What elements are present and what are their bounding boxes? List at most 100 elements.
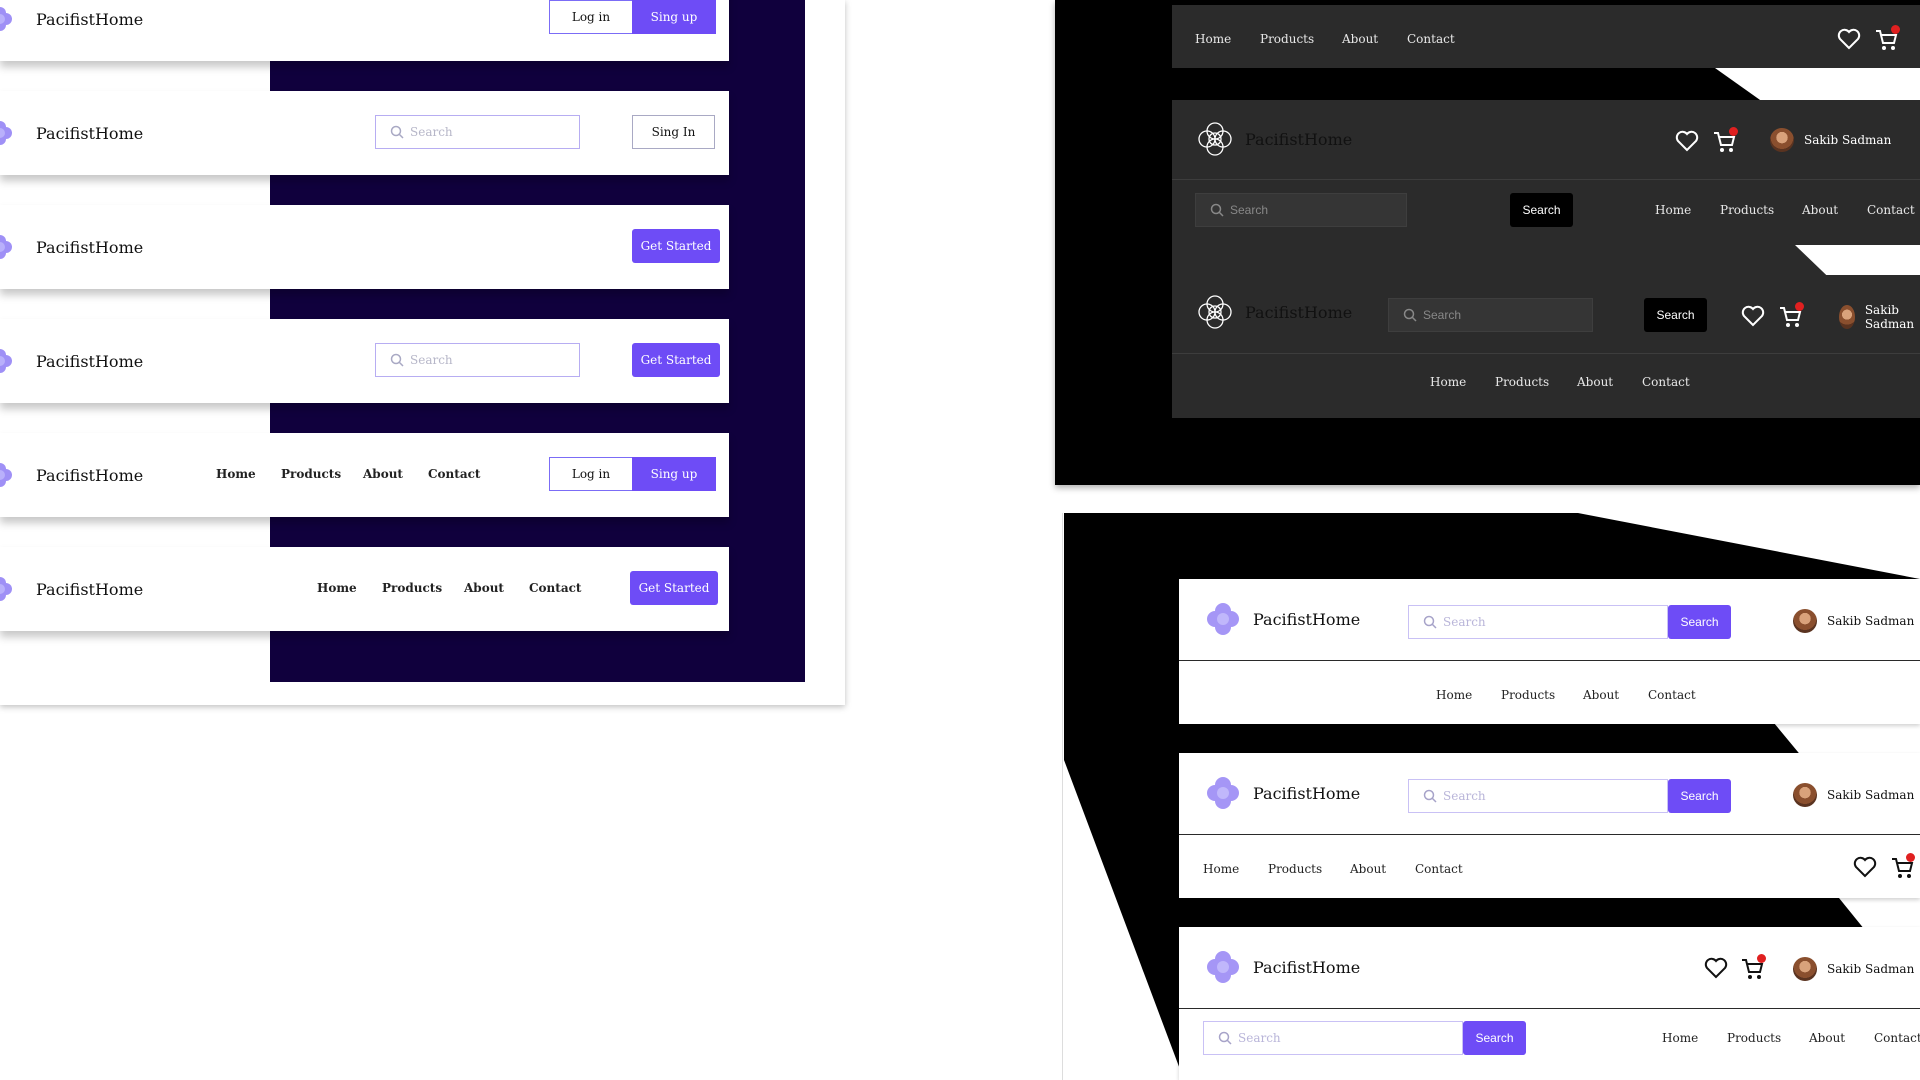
get-started-button[interactable]: Get Started — [632, 229, 720, 263]
nav-contact[interactable]: Contact — [1407, 32, 1455, 46]
cart-badge — [1757, 954, 1766, 963]
navbar-5: PacifistHome Home Products About Contact… — [0, 433, 729, 517]
heart-icon[interactable] — [1704, 957, 1728, 979]
nav-products[interactable]: Products — [1268, 862, 1350, 876]
brand[interactable]: PacifistHome — [0, 0, 143, 61]
heart-icon[interactable] — [1741, 305, 1765, 327]
navbar-1: PacifistHome Log in Sing up — [0, 0, 729, 61]
nav-about[interactable]: About — [1577, 375, 1642, 389]
nav-home[interactable]: Home — [1203, 862, 1268, 876]
nav-home[interactable]: Home — [1430, 375, 1495, 389]
nav-home[interactable]: Home — [1195, 32, 1260, 46]
nav-links: Home Products About Contact — [216, 467, 480, 481]
nav-products[interactable]: Products — [1260, 32, 1342, 46]
nav-links: Home Products About Contact — [1655, 203, 1915, 217]
brand[interactable]: PacifistHome — [1195, 118, 1352, 160]
nav-contact[interactable]: Contact — [1415, 862, 1463, 876]
logo-icon — [0, 121, 12, 145]
signup-button[interactable]: Sing up — [632, 0, 716, 34]
heart-icon[interactable] — [1853, 856, 1877, 878]
get-started-button[interactable]: Get Started — [630, 571, 718, 605]
get-started-button[interactable]: Get Started — [632, 343, 720, 377]
nav-home[interactable]: Home — [317, 581, 382, 595]
search-input[interactable]: Search — [1408, 605, 1668, 639]
brand[interactable]: PacifistHome — [1203, 773, 1360, 813]
brand[interactable]: PacifistHome — [1203, 599, 1360, 639]
nav-contact[interactable]: Contact — [428, 467, 480, 481]
nav-about[interactable]: About — [464, 581, 529, 595]
nav-home[interactable]: Home — [1436, 688, 1501, 702]
avatar — [1793, 609, 1817, 633]
search-button[interactable]: Search — [1668, 779, 1731, 813]
brand[interactable]: PacifistHome — [0, 319, 143, 403]
login-button[interactable]: Log in — [549, 457, 633, 491]
nav-about[interactable]: About — [363, 467, 428, 481]
nav-contact[interactable]: Contact — [1867, 203, 1915, 217]
nav-links: Home Products About Contact — [1195, 32, 1455, 46]
user-menu[interactable]: Sakib Sadman — [1839, 303, 1920, 331]
brand[interactable]: PacifistHome — [0, 547, 143, 631]
heart-icon[interactable] — [1675, 130, 1699, 152]
heart-icon[interactable] — [1837, 28, 1861, 50]
avatar — [1770, 128, 1794, 152]
nav-products[interactable]: Products — [1720, 203, 1802, 217]
nav-about[interactable]: About — [1350, 862, 1415, 876]
search-icon — [390, 353, 404, 367]
user-menu[interactable]: Sakib Sadman — [1793, 957, 1914, 981]
search-placeholder: Search — [1230, 203, 1269, 217]
login-button[interactable]: Log in — [549, 0, 633, 34]
nav-about[interactable]: About — [1342, 32, 1407, 46]
nav-about[interactable]: About — [1809, 1031, 1874, 1045]
search-input[interactable]: Search — [375, 115, 580, 149]
signup-button[interactable]: Sing up — [632, 457, 716, 491]
brand[interactable]: PacifistHome — [0, 91, 143, 175]
cart-badge — [1795, 302, 1804, 311]
search-icon — [390, 125, 404, 139]
nav-home[interactable]: Home — [1655, 203, 1720, 217]
nav-contact[interactable]: Contact — [1648, 688, 1696, 702]
search-input[interactable]: Search — [1408, 779, 1668, 813]
search-icon — [1423, 615, 1437, 629]
user-menu[interactable]: Sakib Sadman — [1793, 783, 1914, 807]
logo-icon — [0, 349, 12, 373]
brand[interactable]: PacifistHome — [0, 433, 143, 517]
search-input[interactable]: Search — [1388, 298, 1593, 332]
nav-contact[interactable]: Contact — [529, 581, 581, 595]
search-input[interactable]: Search — [1195, 193, 1407, 227]
nav-links: Home Products About Contact — [1436, 688, 1696, 702]
search-button[interactable]: Search — [1644, 298, 1707, 332]
nav-links: Home Products About Contact — [1662, 1031, 1920, 1045]
nav-products[interactable]: Products — [281, 467, 363, 481]
search-input[interactable]: Search — [375, 343, 580, 377]
user-menu[interactable]: Sakib Sadman — [1793, 609, 1914, 633]
nav-links: Home Products About Contact — [317, 581, 581, 595]
brand[interactable]: PacifistHome — [1195, 291, 1352, 333]
search-button[interactable]: Search — [1510, 193, 1573, 227]
search-button[interactable]: Search — [1463, 1021, 1526, 1055]
nav-products[interactable]: Products — [1727, 1031, 1809, 1045]
signin-button[interactable]: Sing In — [632, 115, 715, 149]
nav-about[interactable]: About — [1583, 688, 1648, 702]
logo-icon — [0, 7, 12, 31]
brand[interactable]: PacifistHome — [1203, 947, 1360, 987]
nav-products[interactable]: Products — [1495, 375, 1577, 389]
nav-contact[interactable]: Contact — [1874, 1031, 1920, 1045]
brand[interactable]: PacifistHome — [0, 205, 143, 289]
avatar — [1839, 305, 1855, 329]
brand-name: PacifistHome — [36, 9, 144, 29]
nav-products[interactable]: Products — [1501, 688, 1583, 702]
logo-icon — [0, 577, 12, 601]
brand-name: PacifistHome — [1253, 957, 1361, 977]
nav-home[interactable]: Home — [216, 467, 281, 481]
brand-name: PacifistHome — [1245, 129, 1353, 149]
search-placeholder: Search — [410, 353, 453, 367]
nav-products[interactable]: Products — [382, 581, 464, 595]
user-menu[interactable]: Sakib Sadman — [1770, 128, 1891, 152]
search-input[interactable]: Search — [1203, 1021, 1463, 1055]
logo-icon — [0, 463, 12, 487]
nav-about[interactable]: About — [1802, 203, 1867, 217]
search-button[interactable]: Search — [1668, 605, 1731, 639]
navbar-3: PacifistHome Get Started — [0, 205, 729, 289]
nav-contact[interactable]: Contact — [1642, 375, 1690, 389]
nav-home[interactable]: Home — [1662, 1031, 1727, 1045]
